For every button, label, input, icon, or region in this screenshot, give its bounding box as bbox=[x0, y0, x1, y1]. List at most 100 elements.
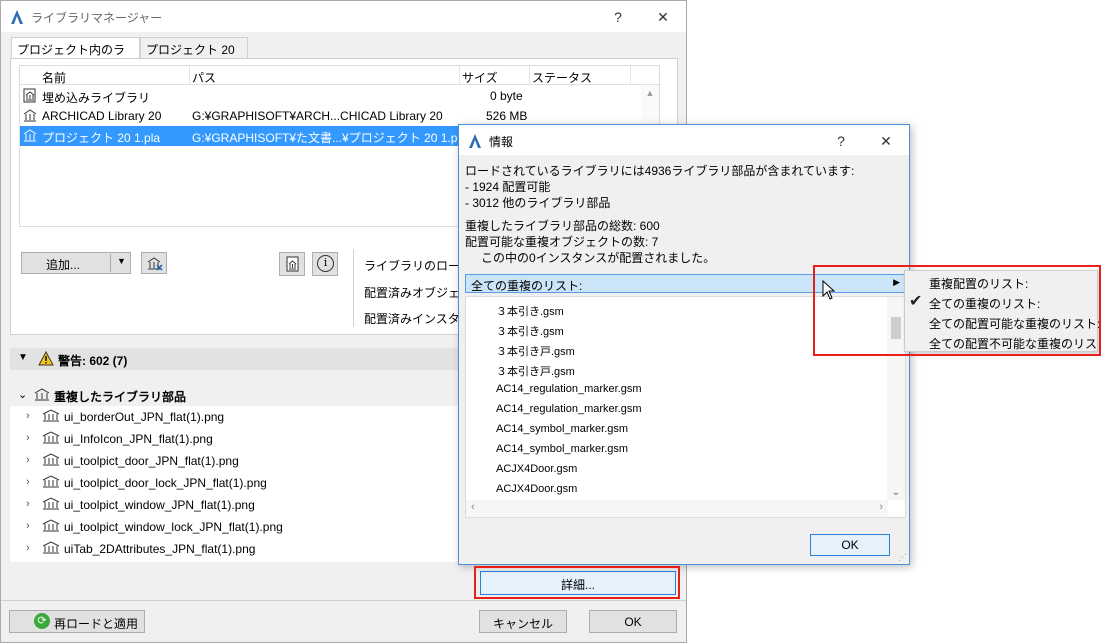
menu-item-placed-duplicates[interactable]: 重複配置のリスト: bbox=[929, 275, 1028, 292]
library-file-button[interactable] bbox=[279, 252, 305, 276]
bottom-bar: ⟳ 再ロードと適用 キャンセル OK bbox=[1, 600, 686, 642]
expand-chevron-icon[interactable]: ⌄ bbox=[18, 388, 27, 401]
ok-button[interactable]: OK bbox=[589, 610, 677, 633]
list-vertical-scrollbar[interactable]: ⌄ bbox=[887, 297, 905, 500]
dialog-ok-button[interactable]: OK bbox=[810, 534, 890, 556]
add-button[interactable]: 追加... ▼ bbox=[21, 252, 131, 274]
scroll-left-icon[interactable]: ‹ bbox=[471, 501, 475, 513]
list-item[interactable]: ３本引き.gsm bbox=[496, 323, 564, 339]
warning-icon bbox=[38, 351, 54, 366]
library-part-icon bbox=[42, 475, 60, 488]
list-item[interactable]: AC14_symbol_marker.gsm bbox=[496, 443, 628, 455]
table-row[interactable]: 埋め込みライブラリ 0 byte bbox=[20, 86, 641, 106]
list-item[interactable]: AC14_symbol_marker.gsm bbox=[496, 423, 628, 435]
tab-project-libraries[interactable]: プロジェクト内のライブラリ bbox=[11, 37, 140, 74]
column-header-name[interactable]: 名前 bbox=[42, 69, 66, 86]
menu-item-all-duplicates[interactable]: 全ての重複のリスト: bbox=[929, 295, 1040, 312]
expand-chevron-icon[interactable]: › bbox=[26, 454, 30, 466]
expand-chevron-icon[interactable]: › bbox=[26, 498, 30, 510]
cancel-button-label: キャンセル bbox=[492, 617, 553, 631]
details-button[interactable]: 詳細... bbox=[480, 571, 676, 595]
window-title: ライブラリマネージャー bbox=[31, 11, 163, 25]
close-button[interactable]: ✕ bbox=[653, 7, 673, 27]
list-item[interactable]: ３本引き.gsm bbox=[496, 303, 564, 319]
mouse-cursor-icon bbox=[822, 280, 836, 300]
duplicates-title: 重複したライブラリ部品 bbox=[54, 390, 187, 404]
table-header: 名前 パス サイズ ステータス bbox=[20, 66, 659, 85]
library-path: G:¥GRAPHISOFT¥た文書...¥プロジェクト 20 1.pla bbox=[192, 131, 467, 145]
scroll-thumb[interactable] bbox=[891, 317, 901, 339]
column-header-path[interactable]: パス bbox=[192, 69, 216, 86]
duplicate-files-list[interactable]: ３本引き.gsm ３本引き.gsm ３本引き戸.gsm ３本引き戸.gsm AC… bbox=[465, 296, 906, 518]
library-size: 526 MB bbox=[486, 109, 528, 123]
list-item[interactable]: AC14_regulation_marker.gsm bbox=[496, 403, 642, 415]
menu-item-non-placeable-duplicates[interactable]: 全ての配置不可能な重複のリスト: bbox=[929, 335, 1101, 352]
expand-chevron-icon[interactable]: › bbox=[26, 542, 30, 554]
add-button-label: 追加... bbox=[46, 258, 81, 272]
list-item[interactable]: ３本引き戸.gsm bbox=[496, 343, 575, 359]
menu-item-placeable-duplicates[interactable]: 全ての配置可能な重複のリスト: bbox=[929, 315, 1100, 332]
column-header-size[interactable]: サイズ bbox=[462, 69, 498, 86]
collapse-arrow-icon[interactable]: ▼ bbox=[18, 352, 28, 363]
info-line: - 1924 配置可能 bbox=[465, 180, 551, 194]
info-line: - 3012 他のライブラリ部品 bbox=[465, 196, 611, 210]
embedded-library-icon bbox=[23, 88, 36, 103]
list-item[interactable]: ３本引き戸.gsm bbox=[496, 363, 575, 379]
list-item[interactable]: ACJX4Door.gsm bbox=[496, 463, 577, 475]
duplicate-file-name: ui_toolpict_door_JPN_flat(1).png bbox=[64, 454, 239, 468]
scroll-down-icon[interactable]: ⌄ bbox=[887, 487, 905, 498]
dialog-help-button[interactable]: ? bbox=[831, 131, 851, 151]
expand-chevron-icon[interactable]: › bbox=[26, 520, 30, 532]
duplicate-file-name: ui_InfoIcon_JPN_flat(1).png bbox=[64, 432, 213, 446]
checkmark-icon: ✔ bbox=[909, 293, 923, 310]
remove-library-button[interactable] bbox=[141, 252, 167, 274]
expand-chevron-icon[interactable]: › bbox=[26, 410, 30, 422]
reload-icon: ⟳ bbox=[34, 613, 50, 629]
library-part-icon bbox=[42, 519, 60, 532]
library-part-icon bbox=[42, 409, 60, 422]
table-row[interactable]: ARCHICAD Library 20 G:¥GRAPHISOFT¥ARCH..… bbox=[20, 106, 641, 126]
info-icon: i bbox=[317, 255, 334, 272]
library-icon bbox=[23, 109, 37, 122]
info-button[interactable]: i bbox=[312, 252, 338, 276]
list-item[interactable]: AC14_regulation_marker.gsm bbox=[496, 383, 642, 395]
scroll-up-icon[interactable]: ▲ bbox=[641, 88, 659, 98]
submenu-arrow-icon: ▶ bbox=[893, 277, 900, 287]
list-type-dropdown[interactable]: 全ての重複のリスト: ▶ bbox=[465, 274, 906, 293]
column-header-status[interactable]: ステータス bbox=[532, 69, 592, 86]
library-part-icon bbox=[42, 541, 60, 554]
duplicate-file-name: uiTab_2DAttributes_JPN_flat(1).png bbox=[64, 542, 256, 556]
info-line: ロードされているライブラリには4936ライブラリ部品が含まれています: bbox=[465, 164, 855, 178]
cancel-button[interactable]: キャンセル bbox=[479, 610, 567, 633]
dialog-close-button[interactable]: ✕ bbox=[876, 131, 896, 151]
library-part-icon bbox=[42, 497, 60, 510]
library-size: 0 byte bbox=[490, 89, 523, 103]
archicad-logo-icon bbox=[469, 134, 481, 148]
warnings-count: 警告: 602 (7) bbox=[58, 354, 128, 368]
library-path: G:¥GRAPHISOFT¥ARCH...CHICAD Library 20 bbox=[192, 109, 443, 123]
help-button[interactable]: ? bbox=[608, 7, 628, 27]
expand-chevron-icon[interactable]: › bbox=[26, 476, 30, 488]
library-name: 埋め込みライブラリ bbox=[42, 91, 151, 105]
reload-apply-button[interactable]: ⟳ 再ロードと適用 bbox=[9, 610, 145, 633]
list-horizontal-scrollbar[interactable]: ‹ › bbox=[466, 500, 888, 517]
dialog-title: 情報 bbox=[489, 135, 514, 149]
library-name: プロジェクト 20 1.pla bbox=[42, 131, 161, 145]
title-bar: ライブラリマネージャー ? ✕ bbox=[1, 1, 686, 32]
resize-grip-icon[interactable]: ⋰ bbox=[898, 552, 907, 563]
list-type-value: 全ての重複のリスト: bbox=[471, 279, 583, 293]
library-part-icon bbox=[42, 453, 60, 466]
library-name: ARCHICAD Library 20 bbox=[42, 109, 162, 123]
info-line: 重複したライブラリ部品の総数: 600 bbox=[465, 219, 660, 233]
list-item[interactable]: ACJX4Door.gsm bbox=[496, 483, 577, 495]
list-type-menu: 重複配置のリスト: ✔ 全ての重複のリスト: 全ての配置可能な重複のリスト: 全… bbox=[904, 270, 1101, 352]
reload-apply-label: 再ロードと適用 bbox=[54, 617, 139, 631]
library-part-icon bbox=[42, 431, 60, 444]
expand-chevron-icon[interactable]: › bbox=[26, 432, 30, 444]
ok-button-label: OK bbox=[624, 615, 642, 629]
library-icon bbox=[34, 388, 50, 401]
archicad-logo-icon bbox=[11, 10, 23, 24]
scroll-right-icon[interactable]: › bbox=[879, 501, 883, 513]
dropdown-arrow-icon[interactable]: ▼ bbox=[117, 256, 126, 266]
tab-project-pla[interactable]: プロジェクト 20 1.pla bbox=[140, 37, 248, 72]
